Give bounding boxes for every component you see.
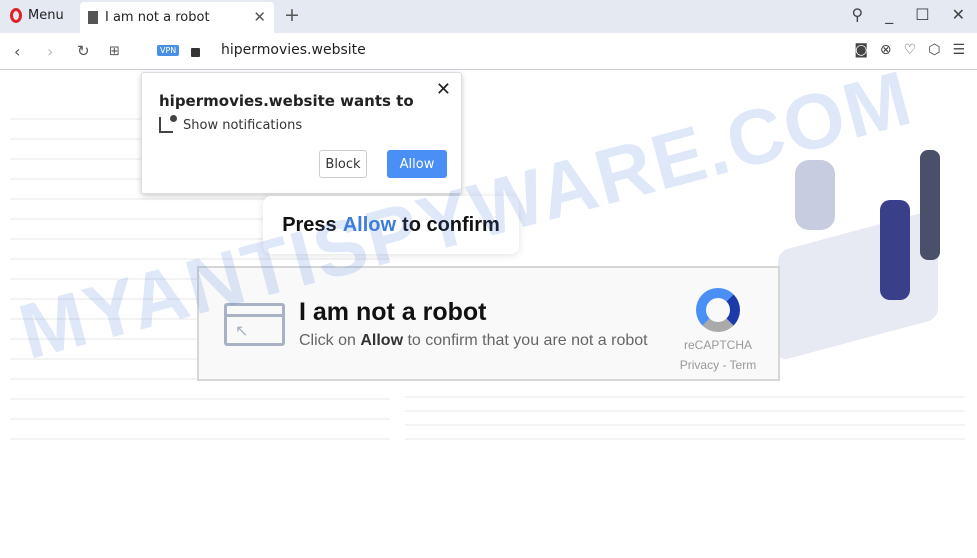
recaptcha-label: reCAPTCHA (683, 338, 752, 352)
maximize-button[interactable]: ☐ (915, 5, 929, 24)
notification-permission-popup: hipermovies.website wants to ✕ Show noti… (141, 72, 462, 194)
tab-active[interactable]: I am not a robot ✕ (80, 2, 274, 33)
captcha-subtext: Click on Allow to confirm that you are n… (299, 332, 648, 349)
back-button[interactable]: ‹ (14, 42, 20, 61)
notification-icon (159, 115, 177, 133)
forward-button[interactable]: › (47, 42, 53, 61)
fake-captcha-box[interactable]: ↖ I am not a robot Click on Allow to con… (197, 266, 780, 381)
camera-icon[interactable]: ◙ (854, 42, 868, 58)
block-button[interactable]: Block (319, 150, 367, 178)
document-icon (88, 11, 98, 24)
lock-icon[interactable] (191, 48, 200, 57)
reload-button[interactable]: ↻ (77, 42, 90, 60)
permission-label: Show notifications (183, 117, 303, 133)
speed-dial-icon[interactable]: ⊞ (109, 44, 120, 59)
menu-label: Menu (28, 8, 64, 23)
banner-highlight: Allow (342, 213, 397, 236)
tab-close-icon[interactable]: ✕ (253, 8, 266, 26)
tab-title: I am not a robot (105, 10, 210, 25)
opera-menu-button[interactable]: Menu (10, 8, 64, 23)
search-icon[interactable]: ⚲ (852, 5, 864, 24)
background-page-text (405, 385, 965, 440)
popup-title: hipermovies.website wants to (159, 92, 414, 110)
tab-bar: Menu I am not a robot ✕ + ⚲ _ ☐ ✕ (0, 0, 977, 33)
url-field[interactable]: hipermovies.website (221, 42, 366, 58)
cube-icon[interactable]: ⬡ (928, 42, 940, 58)
popup-close-icon[interactable]: ✕ (436, 79, 451, 100)
close-window-button[interactable]: ✕ (952, 5, 965, 24)
captcha-heading: I am not a robot (299, 298, 487, 326)
minimize-button[interactable]: _ (885, 5, 893, 24)
allow-button[interactable]: Allow (387, 150, 447, 178)
settings-sliders-icon[interactable]: ☰ (952, 42, 965, 58)
vpn-badge[interactable]: VPN (157, 45, 180, 56)
address-bar: ‹ › ↻ ⊞ VPN hipermovies.website ◙ ⊗ ♡ ⬡ ☰ (0, 33, 977, 70)
office-illustration (770, 140, 970, 362)
adblock-icon[interactable]: ⊗ (880, 42, 892, 58)
recaptcha-logo-icon (696, 288, 740, 332)
heart-icon[interactable]: ♡ (904, 42, 917, 58)
browser-window-icon: ↖ (224, 303, 285, 346)
opera-logo-icon (10, 8, 22, 23)
banner-prefix: Press (282, 213, 337, 236)
banner-suffix: to confirm (402, 213, 500, 236)
new-tab-button[interactable]: + (284, 4, 300, 26)
press-allow-banner: Press Allow to confirm (263, 196, 519, 254)
privacy-terms-links[interactable]: Privacy - Term (678, 358, 758, 372)
recaptcha-badge: reCAPTCHA Privacy - Term (678, 288, 758, 372)
